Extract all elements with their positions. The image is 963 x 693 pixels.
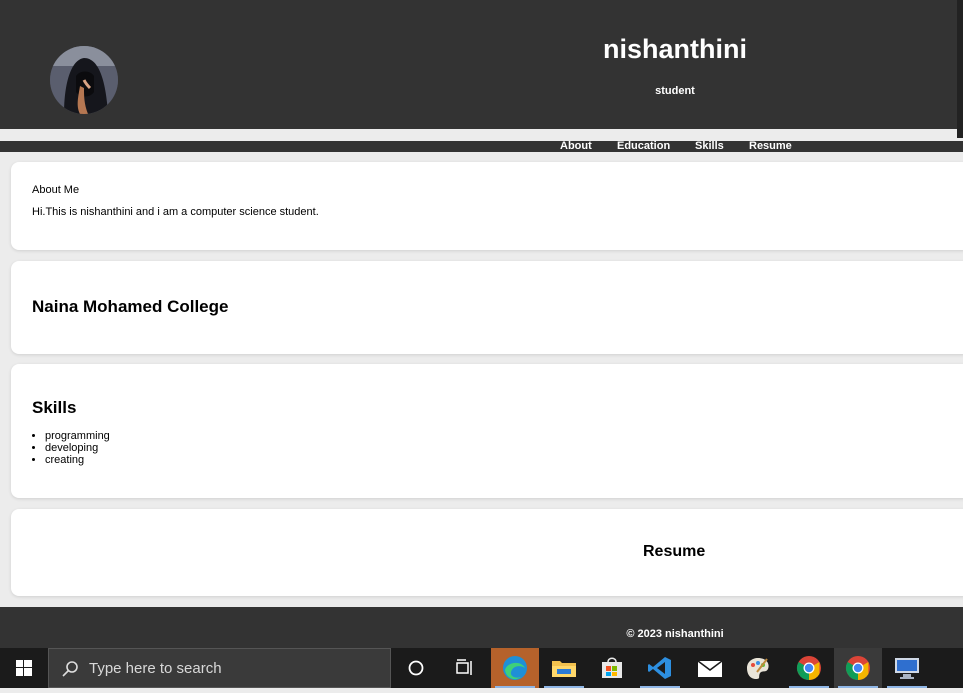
nav-education[interactable]: Education [617,140,670,152]
vscode-icon[interactable] [636,648,684,688]
skills-list: programming developing creating [32,430,110,466]
education-section: Naina Mohamed College [11,261,963,354]
store-icon[interactable] [588,648,636,688]
chrome-icon[interactable] [785,648,833,688]
site-footer: © 2023 nishanthini [0,607,963,648]
remote-desktop-icon[interactable] [883,648,931,688]
skill-item: developing [45,442,110,454]
site-role: student [655,85,695,97]
about-section: About Me Hi.This is nishanthini and i am… [11,162,963,250]
skills-section: Skills programming developing creating [11,364,963,498]
skill-item: creating [45,454,110,466]
site-header: nishanthini student [0,0,963,129]
nav-about[interactable]: About [560,140,592,152]
navbar: About Education Skills Resume [0,140,963,152]
paint-icon[interactable] [734,648,782,688]
mail-icon[interactable] [686,648,734,688]
nav-skills[interactable]: Skills [695,140,724,152]
nav-resume[interactable]: Resume [749,140,792,152]
about-title: About Me [32,184,80,196]
file-explorer-icon[interactable] [540,648,588,688]
resume-title[interactable]: Resume [643,543,705,561]
start-button[interactable] [0,648,48,688]
avatar [50,46,118,114]
resume-section: Resume [11,509,963,596]
chrome-icon[interactable] [834,648,882,688]
skill-item: programming [45,430,110,442]
windows-icon [16,660,32,676]
task-view-icon[interactable] [440,648,488,688]
education-title: Naina Mohamed College [32,297,229,316]
search-placeholder: Type here to search [89,660,222,677]
footer-text: © 2023 nishanthini [626,628,724,640]
search-icon [62,661,78,677]
about-text: Hi.This is nishanthini and i am a comput… [32,206,319,218]
cortana-icon[interactable] [392,648,440,688]
taskbar: Type here to search [0,648,963,688]
site-name: nishanthini [603,34,747,64]
taskbar-search[interactable]: Type here to search [48,648,391,688]
skills-title: Skills [32,398,77,417]
edge-icon[interactable] [491,648,539,688]
scrollbar[interactable] [957,0,963,138]
